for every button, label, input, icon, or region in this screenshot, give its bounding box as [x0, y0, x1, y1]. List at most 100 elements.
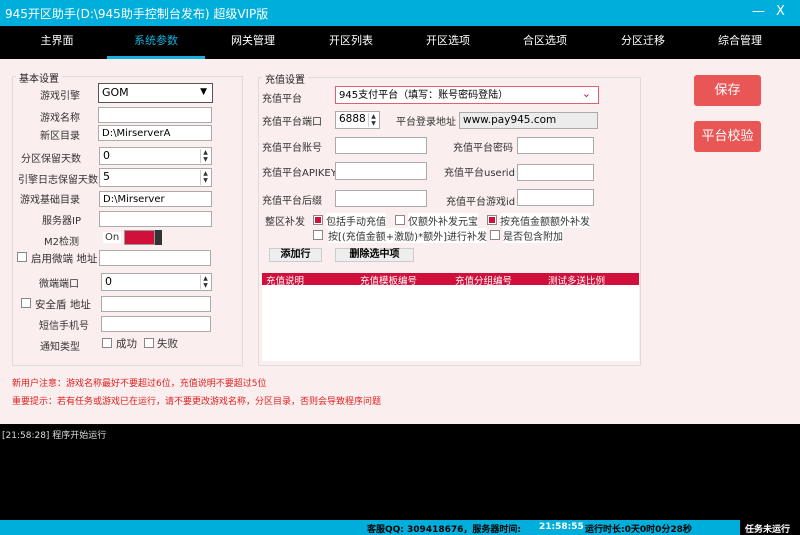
spin-arrows-icon[interactable]: ▲ ▼	[200, 275, 210, 289]
new-user-note: 新用户注意：游戏名称最好不要超过6位，充值说明不要超过5位	[12, 379, 267, 389]
option-by-amount-checkbox[interactable]	[487, 215, 497, 225]
log-days-value: 5	[103, 170, 110, 183]
userid-label: 充值平台userid	[444, 168, 515, 179]
microend-port-spinner[interactable]: 0 ▲ ▼	[101, 273, 212, 291]
userid-input[interactable]	[517, 164, 594, 181]
apikey-input[interactable]	[335, 162, 427, 180]
notify-fail-checkbox[interactable]	[144, 338, 154, 348]
notify-fail-label: 失败	[157, 338, 178, 350]
table-header: 充值说明 充值模板编号 充值分组编号 测试多送比例	[262, 273, 639, 287]
task-status: 任务未运行	[740, 520, 800, 535]
engine-select[interactable]: GOM ▼	[98, 83, 213, 103]
title-bar: 945开区助手(D:\945助手控制台发布) 超级VIP版 — X	[0, 0, 800, 26]
spin-arrows-icon[interactable]: ▲ ▼	[200, 149, 210, 163]
server-time: 21:58:55	[539, 522, 584, 532]
option-extra-only-checkbox[interactable]	[395, 215, 405, 225]
recharge-table[interactable]: 充值说明 充值模板编号 充值分组编号 测试多送比例	[262, 273, 639, 361]
verify-platform-button[interactable]: 平台校验	[694, 121, 761, 152]
tab-open-options[interactable]: 开区选项	[399, 26, 497, 59]
platform-port-label: 充值平台端口	[262, 117, 322, 128]
microend-checkbox[interactable]	[17, 252, 27, 262]
engine-label: 游戏引擎	[40, 91, 80, 102]
basic-settings-title: 基本设置	[16, 70, 62, 85]
status-bar: 客服QQ: 309418676，服务器时间: 21:58:55 运行时长:0天0…	[0, 520, 800, 535]
option-formula-label: 按[(充值金额+激励)*额外]进行补发	[328, 228, 487, 243]
save-button[interactable]: 保存	[694, 75, 761, 106]
option-attach-label: 是否包含附加	[503, 228, 563, 243]
platform-select[interactable]: 945支付平台（填写：账号密码登陆） ⌄	[335, 86, 599, 104]
chevron-down-icon: ⌄	[581, 87, 591, 100]
support-qq-text: 客服QQ: 309418676，服务器时间:	[367, 525, 521, 535]
log-days-label: 引擎日志保留天数	[18, 175, 98, 186]
game-name-label: 游戏名称	[40, 113, 80, 124]
platform-label: 充值平台	[262, 94, 302, 105]
game-name-input[interactable]	[98, 107, 212, 123]
m2-check-label: M2检测	[44, 237, 79, 248]
login-url-field[interactable]: www.pay945.com	[459, 112, 598, 129]
notify-success-label: 成功	[116, 338, 137, 350]
tab-main[interactable]: 主界面	[8, 26, 106, 59]
notify-success-checkbox[interactable]	[102, 338, 112, 348]
microend-port-label: 微端端口	[39, 279, 79, 290]
recharge-settings-title: 充值设置	[262, 71, 308, 86]
server-ip-label: 服务器IP	[42, 216, 81, 227]
gameid-label: 充值平台游戏id	[446, 197, 516, 208]
shield-address-input[interactable]	[101, 296, 211, 312]
important-note: 重要提示：若有任务或游戏已在运行，请不要更改游戏名称，分区目录，否则会导致程序问…	[12, 397, 382, 407]
delete-selected-button[interactable]: 删除选中项	[335, 248, 414, 262]
keep-days-spinner[interactable]: 0 ▲ ▼	[99, 147, 212, 165]
account-input[interactable]	[335, 137, 427, 154]
log-line: [21:58:28] 程序开始运行	[2, 431, 107, 441]
keep-days-value: 0	[103, 149, 110, 162]
close-button[interactable]: X	[776, 4, 785, 19]
tab-general[interactable]: 综合管理	[691, 26, 789, 59]
base-dir-input[interactable]: D:\Mirserver	[99, 191, 212, 207]
shield-checkbox[interactable]	[21, 298, 31, 308]
base-dir-label: 游戏基础目录	[20, 195, 80, 206]
account-label: 充值平台账号	[262, 143, 322, 154]
gameid-input[interactable]	[517, 189, 594, 206]
main-nav: 主界面 系统参数 网关管理 开区列表 开区选项 合区选项 分区迁移 综合管理	[0, 26, 800, 59]
dropdown-arrow-icon: ▼	[200, 87, 207, 97]
runtime-text: 运行时长:0天0时0分28秒	[585, 525, 692, 535]
new-dir-input[interactable]: D:\MirserverA	[98, 125, 212, 141]
option-manual-checkbox[interactable]	[313, 215, 323, 225]
suffix-label: 充值平台后缀	[262, 196, 322, 207]
tab-migration[interactable]: 分区迁移	[594, 26, 692, 59]
spin-arrows-icon[interactable]: ▲ ▼	[200, 170, 210, 185]
notify-type-label: 通知类型	[40, 342, 80, 353]
option-formula-checkbox[interactable]	[313, 230, 323, 240]
minimize-button[interactable]: —	[752, 4, 765, 19]
platform-port-value: 6888	[339, 113, 366, 125]
microend-address-input[interactable]	[99, 250, 211, 266]
m2-toggle[interactable]	[124, 230, 155, 245]
column-header[interactable]: 测试多送比例	[548, 273, 605, 287]
tab-system-params[interactable]: 系统参数	[107, 26, 205, 59]
log-panel[interactable]: [21:58:28] 程序开始运行	[0, 424, 800, 520]
new-dir-label: 新区目录	[40, 131, 80, 142]
login-url-label: 平台登录地址	[396, 117, 456, 128]
platform-port-spinner[interactable]: 6888 ▲ ▼	[335, 111, 380, 129]
add-row-button[interactable]: 添加行	[269, 248, 322, 262]
option-manual-label: 包括手动充值	[326, 213, 386, 228]
keep-days-label: 分区保留天数	[21, 154, 81, 165]
tab-gateway[interactable]: 网关管理	[204, 26, 302, 59]
server-ip-input[interactable]	[99, 211, 212, 227]
column-header[interactable]: 充值说明	[266, 273, 304, 287]
password-input[interactable]	[517, 137, 594, 154]
spin-arrows-icon[interactable]: ▲ ▼	[368, 113, 378, 127]
m2-toggle-knob[interactable]	[155, 230, 162, 245]
option-by-amount-label: 按充值金额额外补发	[500, 213, 590, 228]
column-header[interactable]: 充值模板编号	[360, 273, 417, 287]
suffix-input[interactable]	[335, 190, 427, 207]
log-days-spinner[interactable]: 5 ▲ ▼	[99, 168, 212, 187]
shield-label: 安全盾 地址	[35, 299, 91, 311]
column-header[interactable]: 充值分组编号	[455, 273, 512, 287]
tab-merge-options[interactable]: 合区选项	[496, 26, 594, 59]
tab-server-list[interactable]: 开区列表	[302, 26, 400, 59]
apikey-label: 充值平台APIKEY	[262, 168, 337, 179]
option-attach-checkbox[interactable]	[490, 230, 500, 240]
sms-input[interactable]	[101, 316, 211, 332]
sms-label: 短信手机号	[39, 321, 89, 332]
microend-port-value: 0	[105, 275, 112, 288]
